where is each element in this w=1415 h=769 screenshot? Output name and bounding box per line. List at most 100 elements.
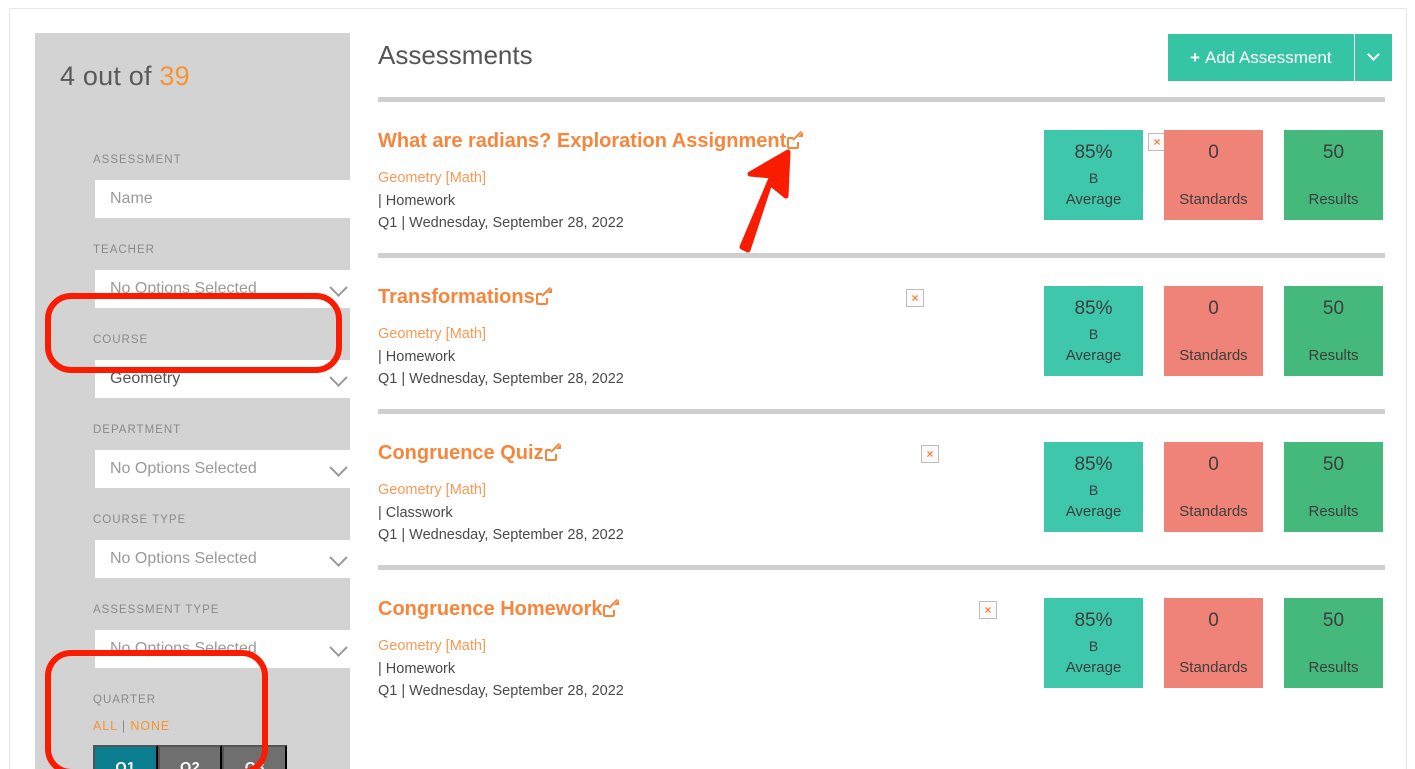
tile-results[interactable]: 50 Results — [1284, 598, 1383, 688]
quarter-button-q1[interactable]: Q1 — [93, 745, 158, 769]
assessment-schedule: Q1 | Wednesday, September 28, 2022 — [378, 683, 624, 699]
tile-standards[interactable]: 0 Standards — [1164, 598, 1263, 688]
tile-standards-value: 0 — [1208, 298, 1219, 319]
result-count-prefix: 4 out of — [60, 61, 160, 91]
tile-standards[interactable]: 0 Standards — [1164, 286, 1263, 376]
tile-results-label: Results — [1308, 659, 1359, 676]
chevron-down-icon — [329, 278, 348, 297]
row-divider — [378, 97, 1385, 102]
label-quarter: QUARTER — [93, 694, 157, 706]
tile-results[interactable]: 50 Results — [1284, 130, 1383, 220]
teacher-select[interactable]: No Options Selected — [95, 270, 360, 308]
assessment-course-link[interactable]: Geometry [Math] — [378, 482, 486, 498]
quarter-all-none: ALL | NONE — [93, 719, 170, 733]
tile-average-value: 85% — [1074, 298, 1113, 319]
assessment-title-link[interactable]: Transformations — [378, 286, 552, 309]
assessment-category: | Classwork — [378, 505, 453, 521]
course-select-value: Geometry — [110, 370, 181, 387]
tile-average[interactable]: 85% B Average — [1044, 286, 1143, 376]
assessment-title-link[interactable]: What are radians? Exploration Assignment — [378, 130, 804, 153]
assessment-category: | Homework — [378, 661, 456, 677]
delete-assessment-button[interactable]: × — [906, 289, 924, 307]
assessment-title-text: Congruence Quiz — [378, 442, 544, 464]
assessment-title-link[interactable]: Congruence Quiz — [378, 442, 561, 465]
tile-standards-label: Standards — [1179, 659, 1248, 676]
result-count: 4 out of 39 — [60, 61, 190, 92]
tile-average-label: Average — [1065, 191, 1122, 208]
label-assessment: ASSESSMENT — [93, 154, 182, 166]
page-title: Assessments — [378, 40, 533, 70]
tile-results-value: 50 — [1322, 142, 1345, 163]
assessment-course-link[interactable]: Geometry [Math] — [378, 638, 486, 654]
chevron-down-icon — [329, 368, 348, 387]
assessment-schedule: Q1 | Wednesday, September 28, 2022 — [378, 371, 624, 387]
assessment-course-link[interactable]: Geometry [Math] — [378, 170, 486, 186]
chevron-down-icon — [329, 458, 348, 477]
course-select[interactable]: Geometry — [95, 360, 360, 398]
department-select[interactable]: No Options Selected — [95, 450, 360, 488]
row-divider — [378, 409, 1385, 414]
quarter-button-group: Q1 Q2 Q3 — [93, 745, 288, 769]
tile-standards-value: 0 — [1208, 142, 1219, 163]
external-link-icon[interactable] — [603, 600, 620, 617]
add-assessment-dropdown-button[interactable] — [1353, 34, 1392, 81]
external-link-icon[interactable] — [787, 132, 804, 149]
label-assessment-type: ASSESSMENT TYPE — [93, 604, 220, 616]
tile-standards[interactable]: 0 Standards — [1164, 130, 1263, 220]
assessment-schedule: Q1 | Wednesday, September 28, 2022 — [378, 527, 624, 543]
tile-standards-label: Standards — [1179, 503, 1248, 520]
quarter-none-link[interactable]: NONE — [130, 719, 170, 733]
tile-average-grade: B — [1088, 482, 1099, 498]
search-input-placeholder: Name — [110, 190, 153, 207]
search-input[interactable]: Name — [95, 180, 360, 218]
tile-results-label: Results — [1308, 191, 1359, 208]
chevron-down-icon — [1366, 48, 1380, 61]
course-type-select[interactable]: No Options Selected — [95, 540, 360, 578]
assessment-type-select[interactable]: No Options Selected — [95, 630, 360, 668]
chevron-down-icon — [329, 638, 348, 657]
assessment-course-link[interactable]: Geometry [Math] — [378, 326, 486, 342]
plus-icon: + — [1190, 47, 1200, 67]
row-divider — [378, 253, 1385, 258]
tile-average-label: Average — [1065, 659, 1122, 676]
tile-results[interactable]: 50 Results — [1284, 286, 1383, 376]
tile-average[interactable]: 85% B Average — [1044, 130, 1143, 220]
row-divider — [378, 565, 1385, 570]
quarter-button-q3[interactable]: Q3 — [222, 745, 288, 769]
label-course: COURSE — [93, 334, 149, 346]
external-link-icon[interactable] — [535, 288, 552, 305]
label-department: DEPARTMENT — [93, 424, 182, 436]
add-assessment-label: Add Assessment — [1204, 47, 1332, 67]
chevron-down-icon — [329, 548, 348, 567]
tile-average-grade: B — [1088, 326, 1099, 342]
assessment-title-link[interactable]: Congruence Homework — [378, 598, 620, 621]
external-link-icon[interactable] — [544, 444, 561, 461]
quarter-all-link[interactable]: ALL — [93, 719, 117, 733]
tile-standards-label: Standards — [1179, 191, 1248, 208]
assessment-schedule: Q1 | Wednesday, September 28, 2022 — [378, 215, 624, 231]
label-course-type: COURSE TYPE — [93, 514, 187, 526]
tile-results-label: Results — [1308, 347, 1359, 364]
delete-assessment-button[interactable]: × — [979, 601, 997, 619]
tile-results-value: 50 — [1322, 298, 1345, 319]
tile-average[interactable]: 85% B Average — [1044, 598, 1143, 688]
tile-average-value: 85% — [1074, 610, 1113, 631]
assessment-title-text: Transformations — [378, 286, 535, 308]
delete-assessment-button[interactable]: × — [921, 445, 939, 463]
tile-results-label: Results — [1308, 503, 1359, 520]
tile-results[interactable]: 50 Results — [1284, 442, 1383, 532]
tile-average-grade: B — [1088, 170, 1099, 186]
tile-average-label: Average — [1065, 347, 1122, 364]
add-assessment-button[interactable]: + Add Assessment — [1168, 34, 1354, 81]
tile-average-value: 85% — [1074, 454, 1113, 475]
result-count-total: 39 — [159, 61, 190, 91]
tile-results-value: 50 — [1322, 454, 1345, 475]
label-teacher: TEACHER — [93, 244, 155, 256]
quarter-separator: | — [121, 719, 127, 733]
tile-average[interactable]: 85% B Average — [1044, 442, 1143, 532]
tile-standards[interactable]: 0 Standards — [1164, 442, 1263, 532]
assessment-type-select-value: No Options Selected — [110, 640, 257, 657]
quarter-button-q2[interactable]: Q2 — [157, 745, 223, 769]
assessment-category: | Homework — [378, 349, 456, 365]
tile-average-value: 85% — [1074, 142, 1113, 163]
